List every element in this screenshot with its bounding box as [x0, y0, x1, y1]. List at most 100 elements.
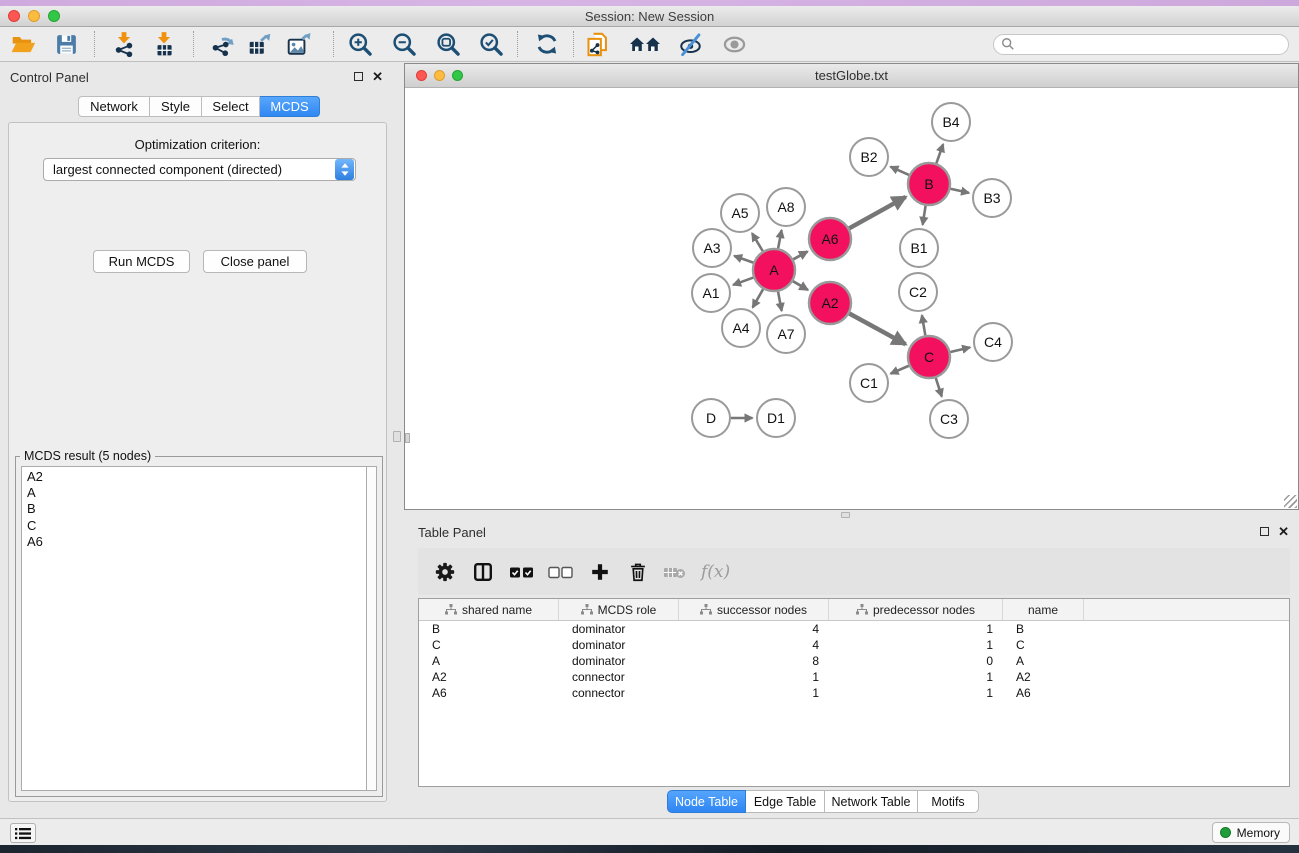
close-table-panel-icon[interactable]: ✕: [1278, 526, 1289, 537]
table-row[interactable]: Bdominator41B: [419, 621, 1289, 637]
column-header-shared-name[interactable]: shared name: [419, 599, 559, 620]
float-panel-icon[interactable]: [354, 72, 363, 81]
delete-table-button[interactable]: [663, 563, 687, 581]
create-column-button[interactable]: [589, 561, 611, 583]
mcds-result-item[interactable]: A: [27, 485, 366, 501]
import-network-button[interactable]: [110, 31, 137, 58]
network-graph[interactable]: B4B2BB3A5A8A6A3B1AA1C2A2A4A7C4CC1C3DD1: [405, 89, 1298, 510]
edge-A-A5[interactable]: [752, 233, 763, 251]
tab-motifs[interactable]: Motifs: [918, 790, 979, 813]
show-panels-button[interactable]: [10, 823, 36, 843]
edge-C-C1[interactable]: [891, 366, 909, 374]
edge-A-A2[interactable]: [793, 281, 808, 290]
table-row[interactable]: Adominator80A: [419, 653, 1289, 669]
float-table-panel-icon[interactable]: [1260, 527, 1269, 536]
export-image-button[interactable]: [285, 31, 312, 58]
mcds-result-item[interactable]: B: [27, 501, 366, 517]
search-field[interactable]: [993, 34, 1289, 55]
deselect-all-button[interactable]: [548, 564, 574, 580]
export-table-button[interactable]: [246, 31, 273, 58]
edge-B-B1[interactable]: [923, 206, 926, 225]
table-cell[interactable]: A6: [1003, 685, 1084, 701]
zoom-selected-button[interactable]: [478, 31, 505, 58]
close-panel-icon[interactable]: ✕: [372, 71, 383, 82]
refresh-button[interactable]: [533, 31, 560, 58]
copy-network-button[interactable]: [584, 31, 611, 58]
network-window-titlebar[interactable]: testGlobe.txt: [405, 64, 1298, 88]
mcds-result-scrollbar[interactable]: [366, 466, 377, 791]
column-header-predecessor-nodes[interactable]: predecessor nodes: [829, 599, 1003, 620]
table-cell[interactable]: 1: [679, 669, 829, 685]
edge-A-A4[interactable]: [753, 289, 763, 307]
edge-A-A1[interactable]: [733, 278, 753, 285]
table-cell[interactable]: 1: [829, 637, 1003, 653]
table-cell[interactable]: A: [1003, 653, 1084, 669]
mcds-result-item[interactable]: C: [27, 518, 366, 534]
tab-network[interactable]: Network: [78, 96, 150, 117]
table-cell[interactable]: A2: [419, 669, 559, 685]
function-builder-button[interactable]: f(x): [701, 562, 730, 582]
table-row[interactable]: Cdominator41C: [419, 637, 1289, 653]
vertical-split-grip[interactable]: [393, 431, 401, 442]
mcds-result-list[interactable]: A2ABCA6: [21, 466, 366, 791]
show-hide-eye-button[interactable]: [721, 31, 748, 58]
import-table-button[interactable]: [150, 31, 177, 58]
window-resize-grip[interactable]: [1284, 495, 1297, 508]
column-header-successor-nodes[interactable]: successor nodes: [679, 599, 829, 620]
delete-column-button[interactable]: [627, 561, 649, 583]
run-mcds-button[interactable]: Run MCDS: [93, 250, 190, 273]
table-cell[interactable]: B: [419, 621, 559, 637]
zoom-in-button[interactable]: [347, 31, 374, 58]
table-cell[interactable]: A2: [1003, 669, 1084, 685]
edge-B-B2[interactable]: [890, 167, 908, 175]
table-cell[interactable]: dominator: [559, 637, 679, 653]
table-row[interactable]: A6connector11A6: [419, 685, 1289, 701]
table-cell[interactable]: 1: [829, 685, 1003, 701]
table-cell[interactable]: 4: [679, 621, 829, 637]
toggle-graphics-details-button[interactable]: [677, 31, 704, 58]
zoom-out-button[interactable]: [391, 31, 418, 58]
edge-C-C2[interactable]: [922, 315, 925, 335]
table-cell[interactable]: 4: [679, 637, 829, 653]
table-cell[interactable]: A6: [419, 685, 559, 701]
show-columns-button[interactable]: [472, 561, 494, 583]
column-header-name[interactable]: name: [1003, 599, 1084, 620]
table-cell[interactable]: connector: [559, 685, 679, 701]
edge-A2-C[interactable]: [849, 314, 905, 345]
export-network-button[interactable]: [208, 31, 235, 58]
select-all-button[interactable]: [509, 564, 535, 580]
tab-node-table[interactable]: Node Table: [667, 790, 746, 813]
table-cell[interactable]: connector: [559, 669, 679, 685]
mcds-result-item[interactable]: A2: [27, 469, 366, 485]
optimization-criterion-dropdown[interactable]: largest connected component (directed): [43, 158, 356, 181]
tab-style[interactable]: Style: [150, 96, 202, 117]
edge-A-A6[interactable]: [793, 251, 807, 259]
table-row[interactable]: A2connector11A2: [419, 669, 1289, 685]
save-session-button[interactable]: [53, 31, 80, 58]
home-layout-button[interactable]: [628, 31, 662, 58]
table-cell[interactable]: A: [419, 653, 559, 669]
table-cell[interactable]: C: [419, 637, 559, 653]
table-cell[interactable]: 1: [679, 685, 829, 701]
edge-B-B3[interactable]: [950, 189, 969, 193]
tab-network-table[interactable]: Network Table: [825, 790, 918, 813]
tab-select[interactable]: Select: [202, 96, 260, 117]
edge-C-C3[interactable]: [936, 378, 942, 397]
tab-edge-table[interactable]: Edge Table: [746, 790, 825, 813]
column-header-MCDS-role[interactable]: MCDS role: [559, 599, 679, 620]
network-canvas[interactable]: B4B2BB3A5A8A6A3B1AA1C2A2A4A7C4CC1C3DD1: [405, 89, 1298, 509]
node-table[interactable]: shared nameMCDS rolesuccessor nodesprede…: [418, 598, 1290, 787]
edge-C-C4[interactable]: [950, 347, 970, 352]
table-cell[interactable]: 0: [829, 653, 1003, 669]
table-cell[interactable]: 1: [829, 621, 1003, 637]
close-panel-button[interactable]: Close panel: [203, 250, 307, 273]
edge-A-A7[interactable]: [778, 292, 782, 311]
table-cell[interactable]: dominator: [559, 653, 679, 669]
open-file-button[interactable]: [9, 31, 36, 58]
mcds-result-item[interactable]: A6: [27, 534, 366, 550]
zoom-fit-button[interactable]: [435, 31, 462, 58]
main-titlebar[interactable]: Session: New Session: [0, 6, 1299, 27]
table-cell[interactable]: dominator: [559, 621, 679, 637]
table-settings-button[interactable]: [434, 561, 456, 583]
tab-mcds[interactable]: MCDS: [260, 96, 320, 117]
